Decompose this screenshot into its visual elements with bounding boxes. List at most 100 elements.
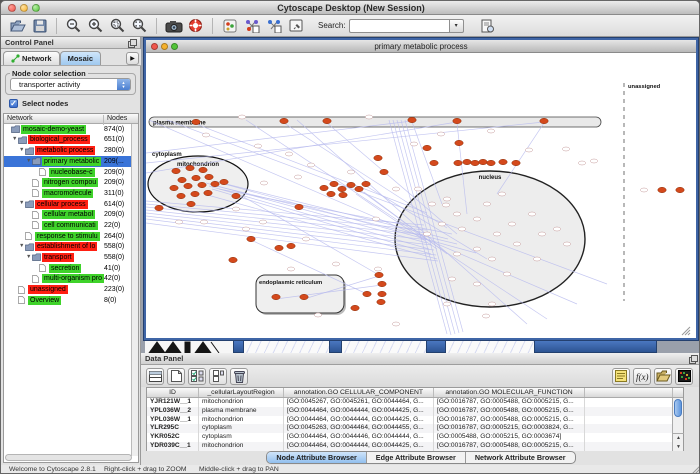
network-node-selected[interactable] bbox=[375, 272, 383, 277]
zoom-in-icon[interactable] bbox=[86, 17, 105, 35]
network-node[interactable] bbox=[640, 188, 647, 192]
table-row-YPL036W__2[interactable]: YPL036W__2plasma membrane[GO:0044464, GO… bbox=[147, 407, 683, 416]
network-node[interactable] bbox=[590, 159, 597, 163]
search-options-icon[interactable] bbox=[478, 17, 497, 35]
network-node-selected[interactable] bbox=[338, 186, 346, 191]
network-node[interactable] bbox=[423, 232, 430, 236]
column-header[interactable]: annotation.GO CELLULAR_COMPONENT bbox=[284, 388, 434, 397]
select-attributes-icon[interactable] bbox=[188, 368, 206, 385]
network-node-selected[interactable] bbox=[275, 245, 283, 250]
network-node-selected[interactable] bbox=[199, 167, 207, 172]
network-node[interactable] bbox=[482, 314, 489, 318]
network-node-selected[interactable] bbox=[247, 236, 255, 241]
node-color-dropdown[interactable]: transporter activity ▲▼ bbox=[10, 78, 131, 91]
network-node-selected[interactable] bbox=[170, 185, 178, 190]
table-cell[interactable]: [GO:0016787, GO:0005488, GO:0005215, G..… bbox=[434, 416, 585, 425]
network-node-selected[interactable] bbox=[454, 160, 462, 165]
network-node-selected[interactable] bbox=[499, 159, 507, 164]
table-cell[interactable]: [GO:0044464, GO:0044444, GO:0044425, G..… bbox=[284, 442, 434, 451]
network-node-selected[interactable] bbox=[178, 177, 186, 182]
tree-row-response-to-stimulu[interactable]: response to stimulu264(0) bbox=[4, 231, 132, 242]
network-node-selected[interactable] bbox=[512, 160, 520, 165]
zoom-out-icon[interactable] bbox=[64, 17, 83, 35]
tree-row-secretion[interactable]: secretion41(0) bbox=[4, 263, 132, 274]
window-titlebar[interactable]: Cytoscape Desktop (New Session) bbox=[1, 1, 700, 15]
tree-row-nucleobase-c[interactable]: nucleobase-c209(0) bbox=[4, 167, 132, 178]
network-node-selected[interactable] bbox=[374, 155, 382, 160]
background-window-thumbnail[interactable] bbox=[244, 340, 329, 353]
network-node[interactable] bbox=[525, 148, 532, 152]
background-window-titlebar[interactable] bbox=[534, 340, 657, 353]
network-node[interactable] bbox=[392, 322, 399, 326]
network-node[interactable] bbox=[488, 302, 495, 306]
background-window-titlebar[interactable] bbox=[233, 340, 244, 353]
network-node[interactable] bbox=[202, 133, 209, 137]
network-node-selected[interactable] bbox=[330, 181, 338, 186]
network-node[interactable] bbox=[473, 247, 480, 251]
select-nodes-checkbox[interactable]: ✓ Select nodes bbox=[9, 99, 68, 108]
tree-expander-icon[interactable]: ▼ bbox=[12, 136, 17, 142]
zoom-selected-icon[interactable] bbox=[108, 17, 127, 35]
network-node[interactable] bbox=[488, 257, 495, 261]
tab-network[interactable]: Network bbox=[3, 51, 60, 65]
table-cell[interactable]: [GO:0016787, GO:0005215, GO:0003824, G..… bbox=[434, 424, 585, 433]
network-node[interactable] bbox=[428, 202, 435, 206]
network-node-selected[interactable] bbox=[423, 145, 431, 150]
network-node[interactable] bbox=[414, 187, 421, 191]
table-cell[interactable]: [GO:0005488, GO:0005215, GO:0003674] bbox=[434, 433, 585, 442]
table-cell[interactable]: cytoplasm bbox=[199, 433, 284, 442]
table-cell[interactable]: [GO:0016787, GO:0005488, GO:0005215, G..… bbox=[434, 398, 585, 407]
tree-row-macromolecule[interactable]: macromolecule311(0) bbox=[4, 188, 132, 199]
network-node-selected[interactable] bbox=[232, 193, 240, 198]
table-cell[interactable]: YPL036W__2 bbox=[147, 407, 199, 416]
network-node[interactable] bbox=[260, 181, 267, 185]
network-node[interactable] bbox=[372, 217, 379, 221]
table-cell[interactable]: mitochondrion bbox=[199, 442, 284, 451]
save-session-icon[interactable] bbox=[30, 17, 49, 35]
network-node-selected[interactable] bbox=[295, 204, 303, 209]
network-node-selected[interactable] bbox=[380, 169, 388, 174]
network-node-selected[interactable] bbox=[192, 119, 200, 124]
network-node[interactable] bbox=[553, 227, 560, 231]
background-window-thumbnail[interactable] bbox=[342, 340, 426, 353]
unselect-attributes-icon[interactable] bbox=[209, 368, 227, 385]
network-node-selected[interactable] bbox=[198, 182, 206, 187]
tree-row-transport[interactable]: ▼transport558(0) bbox=[4, 252, 132, 263]
table-cell[interactable]: YDR039C__1 bbox=[147, 442, 199, 451]
network-node-selected[interactable] bbox=[177, 193, 185, 198]
tree-vertical-scrollbar[interactable] bbox=[131, 124, 138, 456]
zoom-fit-icon[interactable] bbox=[130, 17, 149, 35]
tree-row-cellular-process[interactable]: ▼cellular process614(0) bbox=[4, 199, 132, 210]
network-node-selected[interactable] bbox=[487, 160, 495, 165]
network-node[interactable] bbox=[332, 262, 339, 266]
network-node-selected[interactable] bbox=[320, 185, 328, 190]
tree-expander-icon[interactable]: ▼ bbox=[19, 200, 24, 206]
network-node-selected[interactable] bbox=[191, 191, 199, 196]
network-node-selected[interactable] bbox=[408, 117, 416, 122]
formula-icon[interactable]: f(x) bbox=[633, 368, 651, 385]
tree-horizontal-scrollbar[interactable] bbox=[5, 454, 132, 461]
network-nodes-icon[interactable] bbox=[264, 17, 283, 35]
network-node[interactable] bbox=[374, 267, 381, 271]
column-header[interactable]: _cellularLayoutRegion bbox=[199, 388, 284, 397]
network-node[interactable] bbox=[365, 115, 372, 119]
network-node[interactable] bbox=[443, 197, 450, 201]
network-node-selected[interactable] bbox=[280, 118, 288, 123]
network-node-selected[interactable] bbox=[363, 291, 371, 296]
network-node-selected[interactable] bbox=[287, 243, 295, 248]
network-node[interactable] bbox=[307, 163, 314, 167]
background-window-thumbnail[interactable] bbox=[145, 340, 233, 353]
table-cell[interactable]: [GO:0044464, GO:0044444, GO:0044425, G..… bbox=[284, 407, 434, 416]
float-data-panel-icon[interactable] bbox=[689, 355, 698, 364]
table-cell[interactable]: [GO:0044464, GO:0044444, GO:0044425, G..… bbox=[284, 416, 434, 425]
table-cell[interactable]: cytoplasm bbox=[199, 424, 284, 433]
network-node[interactable] bbox=[538, 232, 545, 236]
scrollbar-arrows[interactable]: ▲▼ bbox=[673, 433, 684, 451]
network-node-selected[interactable] bbox=[463, 159, 471, 164]
network-node-selected[interactable] bbox=[351, 305, 359, 310]
table-row-YLR295C[interactable]: YLR295Ccytoplasm[GO:0045263, GO:0044464,… bbox=[147, 424, 683, 433]
network-node-selected[interactable] bbox=[211, 181, 219, 186]
network-canvas[interactable]: plasma membrane cytoplasm mitochondrion … bbox=[146, 53, 692, 337]
table-icon[interactable] bbox=[146, 368, 164, 385]
network-node-selected[interactable] bbox=[471, 160, 479, 165]
